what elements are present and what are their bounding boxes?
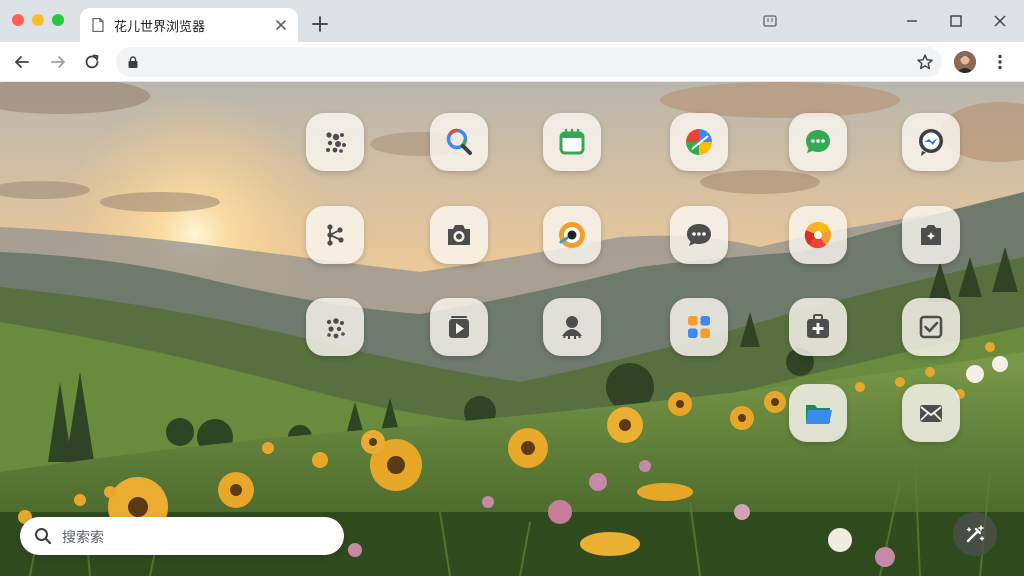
app-search[interactable] [430, 113, 488, 171]
tab-strip: 花儿世界浏览器 [0, 0, 1024, 42]
star-icon[interactable] [916, 53, 934, 71]
app-chat-green[interactable] [789, 113, 847, 171]
search-placeholder[interactable]: 搜索索 [62, 527, 104, 547]
toolbar [0, 42, 1024, 82]
lock-icon[interactable] [126, 55, 140, 69]
person-avatar-icon [954, 51, 976, 73]
app-mail[interactable] [902, 384, 960, 442]
lens-icon [559, 222, 585, 248]
app-tasks[interactable] [902, 298, 960, 356]
app-health[interactable] [789, 298, 847, 356]
envelope-icon [920, 405, 942, 422]
pencil-sparkle-icon [966, 525, 985, 543]
dots-icon [326, 318, 345, 339]
maximize-icon[interactable] [946, 11, 966, 31]
zoom-window-button[interactable] [52, 14, 64, 26]
menu-dots-icon[interactable] [990, 52, 1010, 72]
app-calendar[interactable] [543, 113, 601, 171]
person-icon [562, 316, 582, 339]
search-icon [35, 528, 52, 545]
camera-icon [448, 225, 470, 245]
meadow-wallpaper [0, 82, 1024, 576]
grid-icon [688, 316, 710, 338]
dots-icon [326, 132, 346, 153]
wheel-icon [804, 222, 831, 249]
tab-title: 花儿世界浏览器 [114, 20, 206, 35]
checkbox-icon [919, 315, 943, 339]
search-box[interactable]: 搜索索 [20, 517, 344, 555]
app-launcher[interactable] [670, 298, 728, 356]
play-icon [449, 316, 469, 338]
app-contacts[interactable] [543, 298, 601, 356]
app-maps[interactable] [670, 113, 728, 171]
app-dots-2[interactable] [306, 298, 364, 356]
minimize-icon[interactable] [902, 11, 922, 31]
close-tab-icon[interactable] [272, 16, 290, 34]
pie-icon [686, 129, 712, 155]
back-arrow-icon[interactable] [12, 52, 32, 72]
speech-icon [687, 224, 711, 246]
minimize-window-button[interactable] [32, 14, 44, 26]
new-tab-page: 搜索索 [0, 82, 1024, 576]
app-messages[interactable] [670, 206, 728, 264]
messenger-icon [919, 129, 943, 156]
folder-icon [806, 405, 832, 424]
tab-search-icon[interactable] [760, 11, 780, 31]
app-dots-1[interactable] [306, 113, 364, 171]
app-video[interactable] [430, 298, 488, 356]
profile-avatar[interactable] [954, 51, 976, 73]
customize-button[interactable] [953, 512, 997, 556]
app-files[interactable] [789, 384, 847, 442]
forward-arrow-icon[interactable] [48, 52, 68, 72]
close-icon[interactable] [990, 11, 1010, 31]
app-messenger[interactable] [902, 113, 960, 171]
chat-icon [806, 130, 830, 153]
calendar-icon [559, 128, 585, 155]
app-share[interactable] [306, 206, 364, 264]
new-tab-icon[interactable] [310, 14, 330, 34]
app-photos[interactable] [789, 206, 847, 264]
close-window-button[interactable] [12, 14, 24, 26]
address-bar[interactable] [116, 47, 942, 77]
photo-icon [921, 225, 941, 245]
app-gallery[interactable] [902, 206, 960, 264]
medkit-icon [807, 314, 829, 338]
window-controls [12, 14, 64, 26]
reload-icon[interactable] [82, 52, 102, 72]
share-icon [327, 224, 344, 246]
document-icon [92, 18, 104, 32]
app-camera[interactable] [430, 206, 488, 264]
active-tab[interactable]: 花儿世界浏览器 [80, 8, 298, 42]
app-lens[interactable] [543, 206, 601, 264]
magnifier-icon [446, 128, 472, 155]
